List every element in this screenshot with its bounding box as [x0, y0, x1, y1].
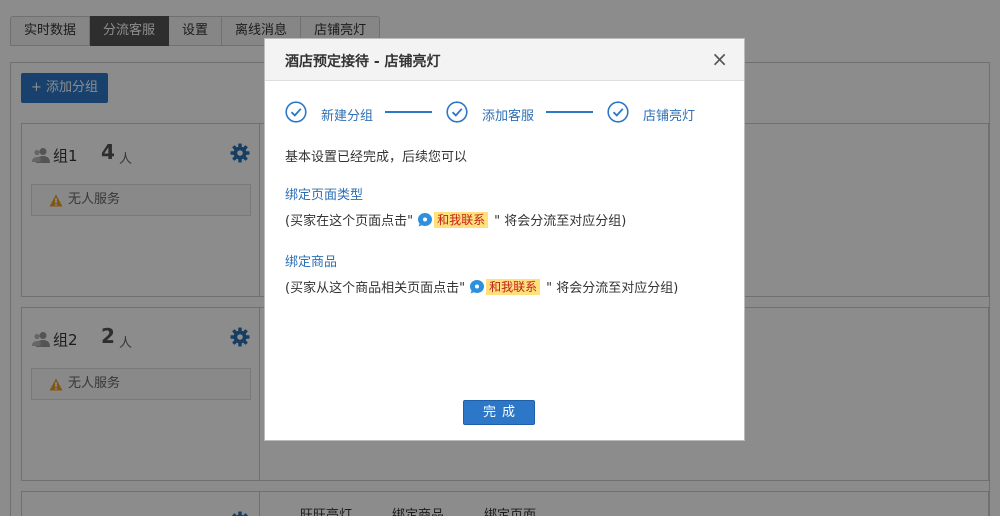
description-suffix: " 将会分流至对应分组) — [494, 214, 627, 229]
progress-steps: 新建分组 添加客服 店铺亮灯 — [285, 101, 725, 125]
completion-message: 基本设置已经完成，后续您可以 — [285, 150, 468, 165]
contact-me-badge: 和我联系 — [417, 211, 489, 228]
contact-me-label: 和我联系 — [486, 278, 541, 295]
bind-page-type-link[interactable]: 绑定页面类型 — [285, 184, 363, 203]
check-circle-icon — [446, 101, 468, 123]
chat-bubble-icon — [470, 279, 485, 293]
description-suffix: " 将会分流至对应分组) — [546, 281, 679, 296]
contact-me-label: 和我联系 — [434, 211, 489, 228]
step-connector — [546, 111, 593, 113]
bind-product-link[interactable]: 绑定商品 — [285, 251, 337, 270]
check-circle-icon — [607, 101, 629, 123]
step-connector — [385, 111, 432, 113]
dialog-title: 酒店预定接待 - 店铺亮灯 — [285, 54, 441, 70]
description-prefix: (买家在这个页面点击" — [285, 214, 414, 229]
step-label: 新建分组 — [321, 109, 374, 124]
check-circle-icon — [285, 101, 307, 123]
done-button[interactable]: 完成 — [463, 400, 535, 425]
step-label: 店铺亮灯 — [643, 109, 696, 124]
bind-product-description: (买家从这个商品相关页面点击" 和我联系 " 将会分流至对应分组) — [285, 277, 678, 296]
setup-complete-dialog: 酒店预定接待 - 店铺亮灯 × 新建分组 添加客服 店铺亮灯 基本设置已经完成，… — [264, 38, 745, 441]
bind-page-type-description: (买家在这个页面点击" 和我联系 " 将会分流至对应分组) — [285, 210, 626, 229]
dialog-header: 酒店预定接待 - 店铺亮灯 × — [265, 39, 744, 81]
close-icon[interactable]: × — [711, 49, 728, 69]
chat-bubble-icon — [418, 212, 433, 226]
step-label: 添加客服 — [482, 109, 535, 124]
description-prefix: (买家从这个商品相关页面点击" — [285, 281, 466, 296]
contact-me-badge: 和我联系 — [469, 278, 541, 295]
